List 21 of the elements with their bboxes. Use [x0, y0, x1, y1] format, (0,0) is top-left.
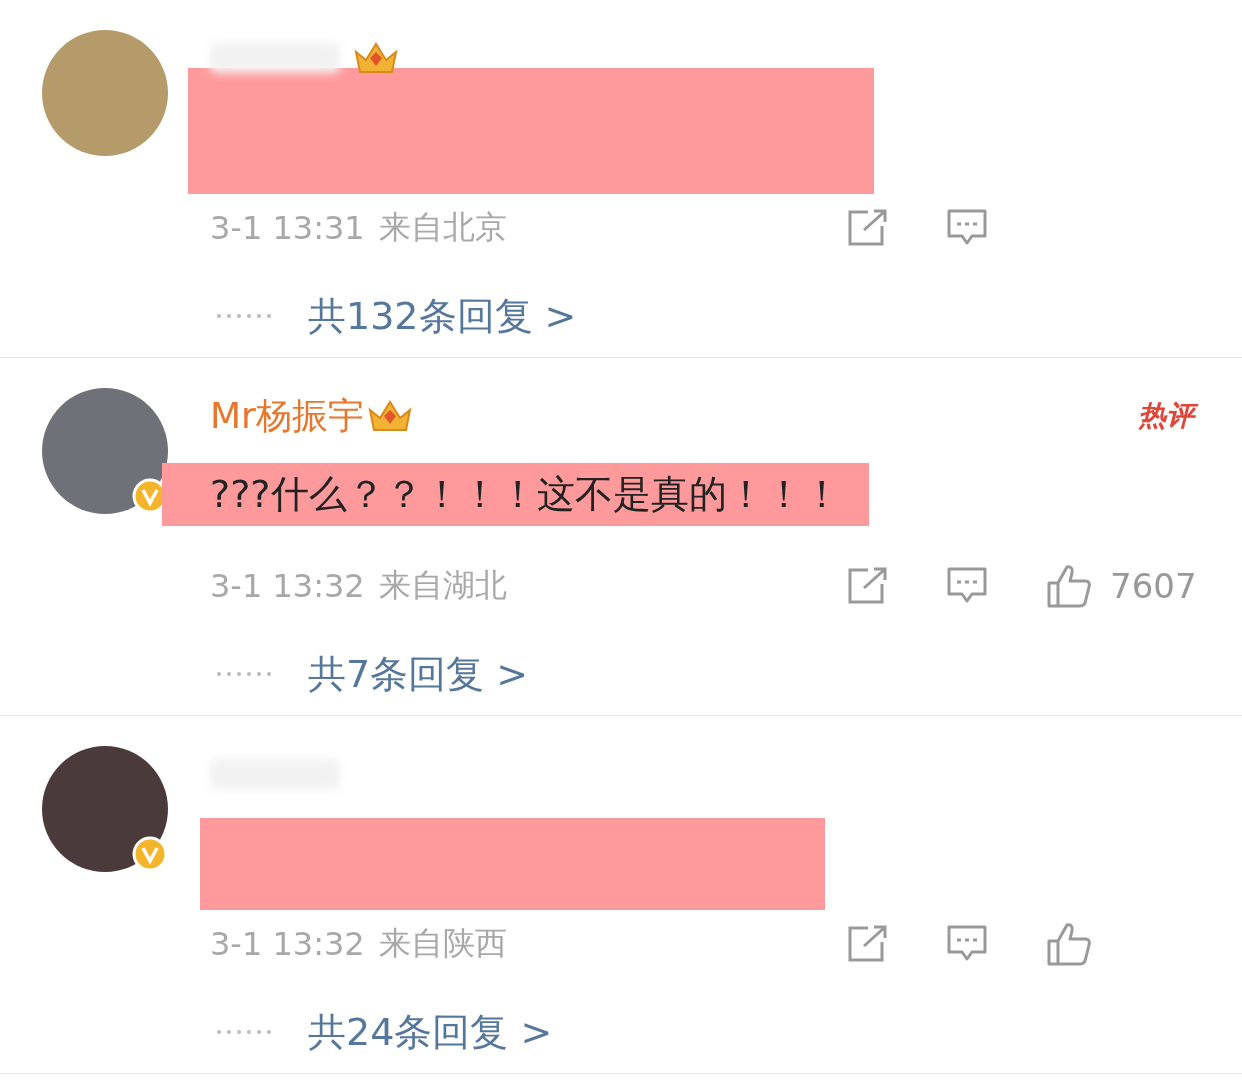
replies-link[interactable]: 共132条回复 >	[308, 290, 577, 342]
comment-time: 3-1 13:31	[210, 209, 365, 247]
share-icon[interactable]	[846, 566, 888, 606]
replies-link[interactable]: 共7条回复 >	[308, 648, 529, 700]
comment-location: 来自北京	[378, 207, 507, 248]
comment-location: 来自湖北	[378, 565, 507, 606]
dotted-leader-icon	[216, 1029, 274, 1035]
dotted-leader-icon	[216, 313, 274, 319]
thumbs-up-icon[interactable]	[1046, 921, 1092, 967]
like-count: 7607	[1110, 566, 1197, 606]
comment-time: 3-1 13:32	[210, 925, 365, 963]
dotted-leader-icon	[216, 671, 274, 677]
username[interactable]: Mr杨振宇	[210, 391, 364, 441]
comment-text: ???什么？？！！！这不是真的！！！	[162, 462, 869, 526]
share-icon[interactable]	[846, 924, 888, 964]
comment-time: 3-1 13:32	[210, 567, 365, 605]
hot-comment-label: 热评	[1136, 396, 1202, 436]
comment-location: 来自陕西	[378, 923, 507, 964]
replies-link[interactable]: 共24条回复 >	[308, 1006, 553, 1058]
share-icon[interactable]	[846, 208, 888, 248]
thumbs-up-icon[interactable]	[1046, 563, 1092, 609]
